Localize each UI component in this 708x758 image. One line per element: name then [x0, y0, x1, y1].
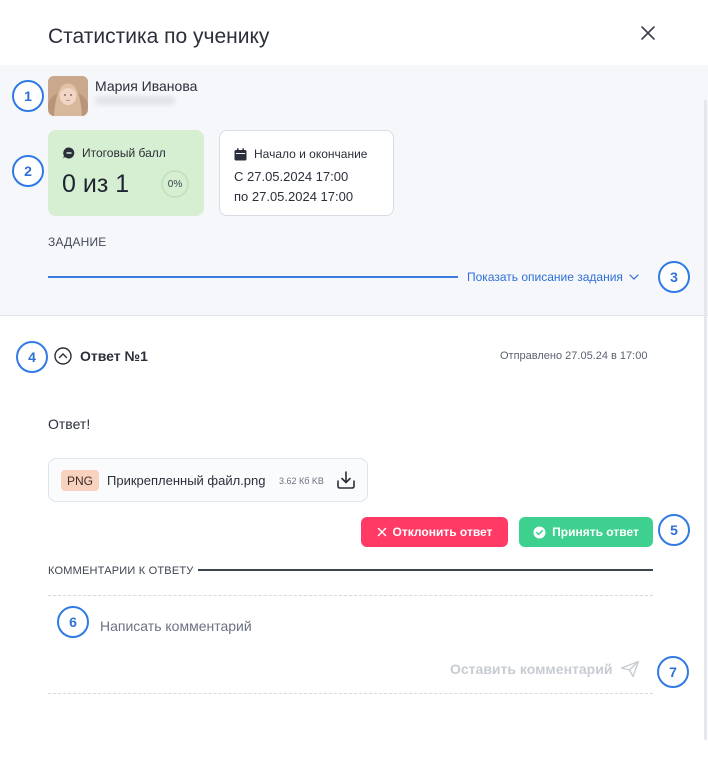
- calendar-icon: [234, 147, 247, 160]
- close-icon: [641, 26, 655, 40]
- annotation-marker-3: 3: [658, 261, 690, 293]
- chevron-down-icon: [629, 274, 639, 280]
- show-task-description-link[interactable]: Показать описание задания: [467, 270, 639, 284]
- dates-label-row: Начало и окончание: [234, 147, 367, 161]
- file-type-badge: PNG: [61, 470, 99, 491]
- x-icon: [377, 527, 386, 537]
- answer-text: Ответ!: [48, 416, 91, 432]
- answer-title: Ответ №1: [80, 348, 148, 364]
- answer-collapse-toggle[interactable]: [54, 347, 72, 365]
- comments-divider: [198, 569, 653, 571]
- chevron-up-circle-icon: [54, 347, 72, 365]
- submit-comment-label: Оставить комментарий: [450, 661, 613, 677]
- dates-card: Начало и окончание С 27.05.2024 17:00 по…: [219, 130, 394, 216]
- score-value: 0 из 1: [62, 170, 130, 198]
- task-section-label: ЗАДАНИЕ: [48, 235, 107, 249]
- student-name: Мария Иванова: [95, 78, 198, 94]
- show-description-label: Показать описание задания: [467, 270, 623, 284]
- download-button[interactable]: [335, 469, 357, 491]
- attached-file[interactable]: PNG Прикрепленный файл.png 3.62 Кб KB: [48, 458, 368, 502]
- annotation-marker-2: 2: [12, 155, 44, 187]
- file-size: 3.62 Кб KB: [279, 476, 324, 486]
- file-name: Прикрепленный файл.png: [107, 473, 266, 488]
- accept-answer-label: Принять ответ: [552, 525, 639, 539]
- dates-label: Начало и окончание: [254, 147, 368, 161]
- close-button[interactable]: [637, 22, 659, 44]
- annotation-marker-7: 7: [657, 656, 689, 688]
- score-card: Итоговый балл 0 из 1 0%: [48, 130, 204, 216]
- chat-bubble-icon: [63, 147, 75, 159]
- student-email-blurred: [95, 96, 175, 105]
- score-label-row: Итоговый балл: [62, 146, 166, 160]
- comments-section-label: КОММЕНТАРИИ К ОТВЕТУ: [48, 565, 194, 577]
- check-circle-icon: [533, 526, 546, 538]
- comment-box-top-border: [48, 595, 653, 596]
- start-date: С 27.05.2024 17:00: [234, 169, 349, 184]
- scrollbar[interactable]: [704, 100, 707, 740]
- comment-input[interactable]: [100, 612, 540, 640]
- annotation-marker-4: 4: [16, 341, 48, 373]
- end-date: по 27.05.2024 17:00: [234, 189, 354, 204]
- modal-title: Статистика по ученику: [48, 25, 270, 48]
- score-percent: 0%: [161, 170, 189, 198]
- reject-answer-label: Отклонить ответ: [392, 525, 493, 539]
- student-stats-modal: Статистика по ученику Мария Иванова Итог…: [0, 0, 708, 758]
- reject-answer-button[interactable]: Отклонить ответ: [361, 517, 508, 547]
- answer-sent-date: Отправлено 27.05.24 в 17:00: [500, 350, 648, 362]
- submit-comment-button[interactable]: Оставить комментарий: [450, 660, 640, 678]
- accept-answer-button[interactable]: Принять ответ: [519, 517, 653, 547]
- annotation-marker-1: 1: [12, 80, 44, 112]
- score-label: Итоговый балл: [82, 146, 166, 160]
- annotation-marker-5: 5: [658, 514, 690, 546]
- download-icon: [337, 471, 355, 489]
- comment-box-bottom-border: [48, 693, 653, 694]
- task-divider: [48, 276, 458, 278]
- send-icon: [621, 660, 640, 678]
- avatar: [48, 76, 88, 116]
- annotation-marker-6: 6: [57, 606, 89, 638]
